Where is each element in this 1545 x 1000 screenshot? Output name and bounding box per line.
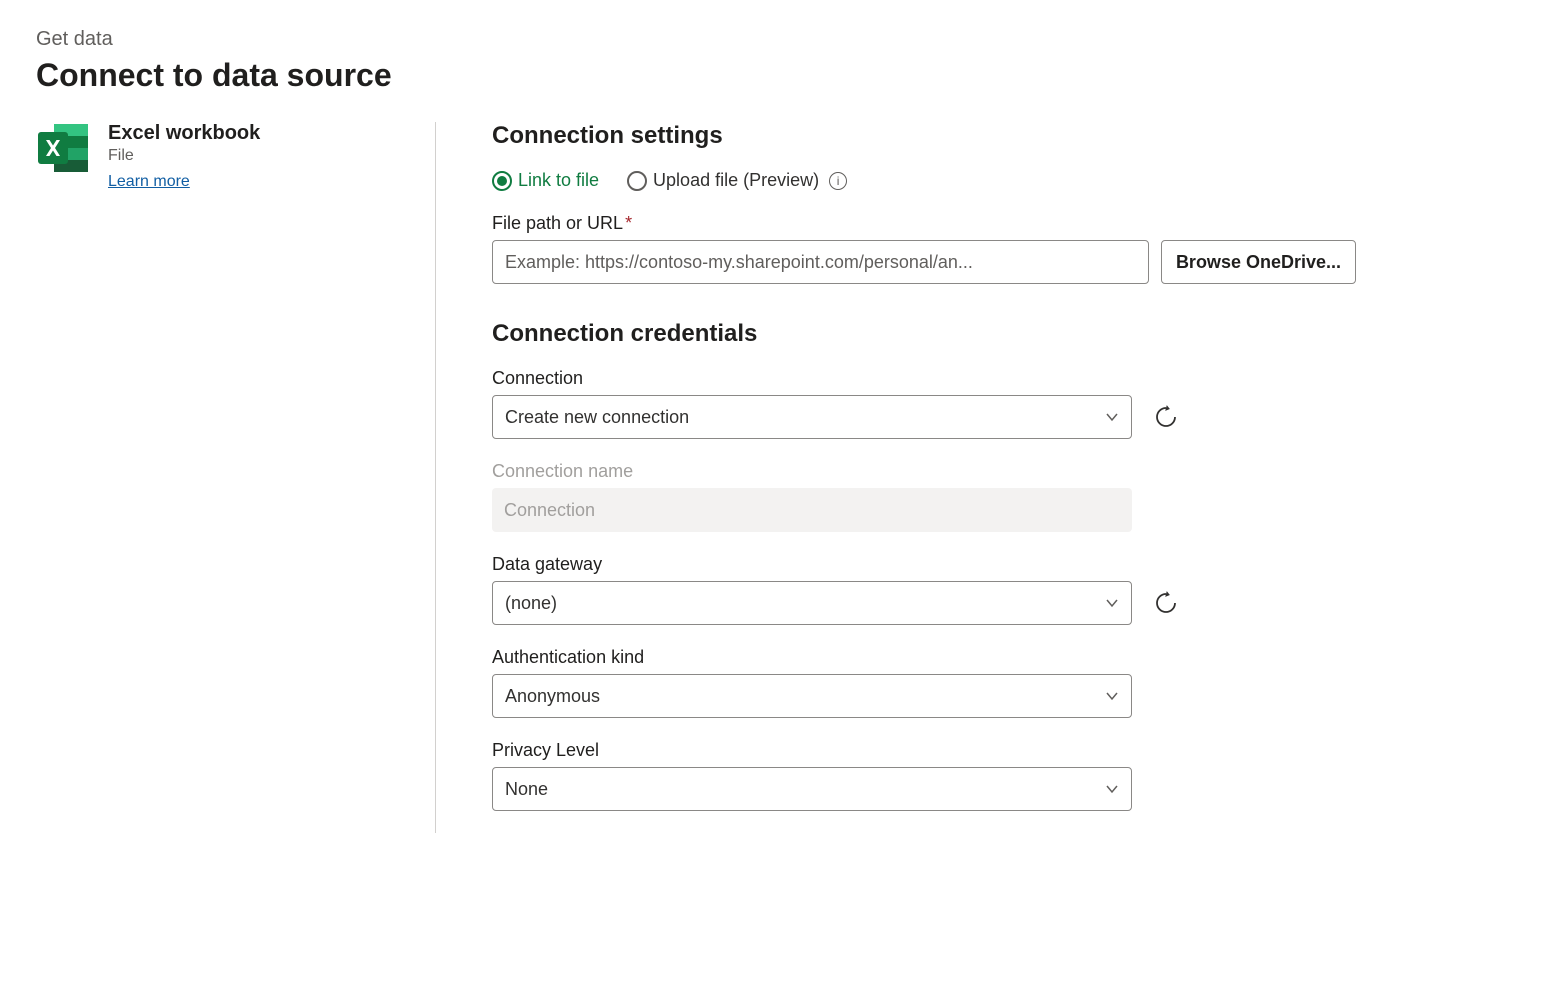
privacy-label: Privacy Level xyxy=(492,740,1356,761)
privacy-dropdown[interactable]: None xyxy=(492,767,1132,811)
privacy-value: None xyxy=(505,779,548,800)
auth-label: Authentication kind xyxy=(492,647,1356,668)
browse-onedrive-button[interactable]: Browse OneDrive... xyxy=(1161,240,1356,284)
gateway-value: (none) xyxy=(505,593,557,614)
chevron-down-icon xyxy=(1105,410,1119,424)
refresh-gateway-button[interactable] xyxy=(1152,589,1180,617)
connection-name-input xyxy=(492,488,1132,532)
required-asterisk: * xyxy=(625,213,632,233)
connection-label: Connection xyxy=(492,368,1356,389)
source-type: File xyxy=(108,147,260,165)
gateway-dropdown[interactable]: (none) xyxy=(492,581,1132,625)
data-source-item: Excel workbook File Learn more xyxy=(36,122,399,191)
auth-dropdown[interactable]: Anonymous xyxy=(492,674,1132,718)
chevron-down-icon xyxy=(1105,596,1119,610)
connection-settings-heading: Connection settings xyxy=(492,122,1356,150)
info-icon[interactable]: i xyxy=(829,172,847,190)
connection-value: Create new connection xyxy=(505,407,689,428)
radio-link-to-file[interactable]: Link to file xyxy=(492,170,599,191)
radio-upload-label: Upload file (Preview) xyxy=(653,170,819,191)
connection-dropdown[interactable]: Create new connection xyxy=(492,395,1132,439)
connection-credentials-heading: Connection credentials xyxy=(492,320,1356,348)
radio-upload-file[interactable]: Upload file (Preview) i xyxy=(627,170,847,191)
refresh-connection-button[interactable] xyxy=(1152,403,1180,431)
page-title: Connect to data source xyxy=(36,57,1509,94)
radio-link-label: Link to file xyxy=(518,170,599,191)
learn-more-link[interactable]: Learn more xyxy=(108,173,190,191)
gateway-label: Data gateway xyxy=(492,554,1356,575)
filepath-label: File path or URL* xyxy=(492,213,1356,234)
radio-unselected-icon xyxy=(627,171,647,191)
auth-value: Anonymous xyxy=(505,686,600,707)
excel-icon xyxy=(36,122,92,174)
chevron-down-icon xyxy=(1105,782,1119,796)
chevron-down-icon xyxy=(1105,689,1119,703)
filepath-input[interactable] xyxy=(492,240,1149,284)
source-name: Excel workbook xyxy=(108,122,260,145)
connection-name-label: Connection name xyxy=(492,461,1356,482)
breadcrumb: Get data xyxy=(36,28,1509,51)
radio-selected-icon xyxy=(492,171,512,191)
